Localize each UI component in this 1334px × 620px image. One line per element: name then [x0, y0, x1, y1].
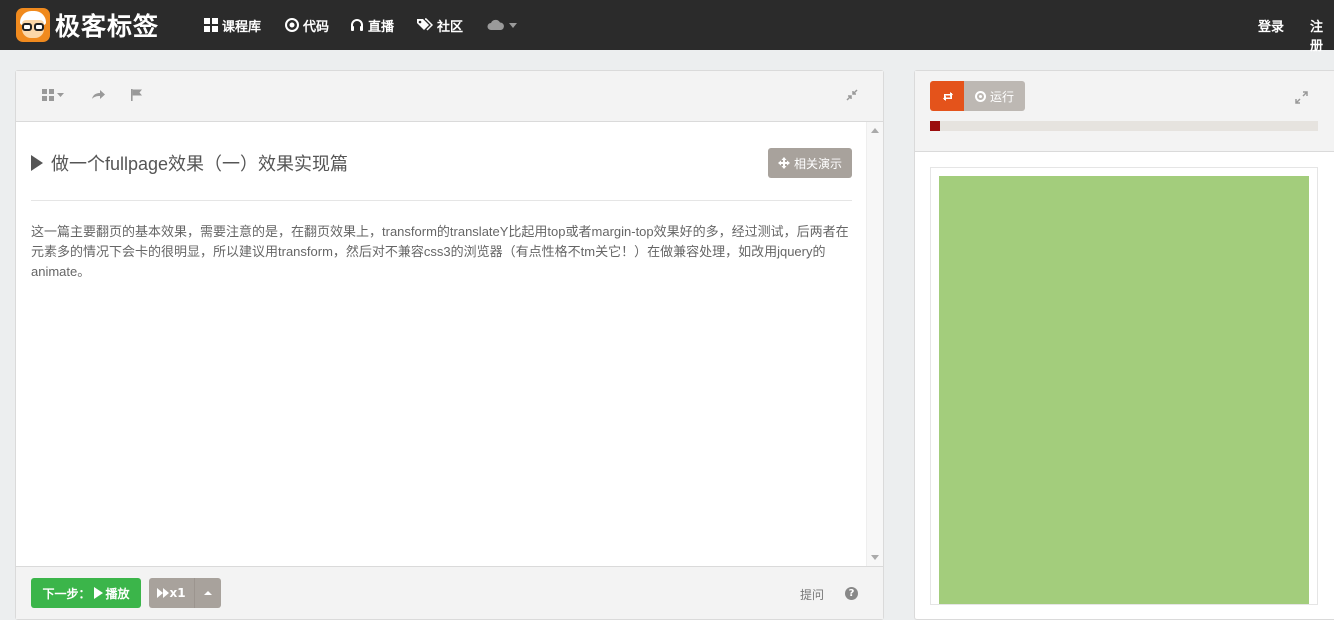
lesson-footer: 下一步： 播放 x1 提问 ?	[16, 566, 883, 619]
fast-forward-icon	[157, 588, 170, 598]
nav-item-live[interactable]: 直播	[350, 15, 394, 35]
progress-fill	[930, 121, 940, 131]
geek-avatar-icon	[16, 8, 50, 42]
help-icon[interactable]: ?	[845, 587, 858, 600]
headphones-icon	[351, 19, 363, 31]
tags-icon	[417, 18, 433, 31]
nav-item-label: 代码	[303, 19, 330, 35]
caret-down-icon	[509, 22, 517, 28]
nav-item-community[interactable]: 社区	[416, 15, 463, 35]
nav-item-courses[interactable]: 课程库	[204, 15, 261, 35]
cloud-menu[interactable]	[487, 15, 521, 35]
target-icon	[285, 18, 299, 32]
nav-item-label: 直播	[368, 19, 395, 35]
grid-icon	[204, 18, 218, 32]
preview-frame	[930, 167, 1318, 605]
run-button[interactable]: 运行	[964, 81, 1025, 111]
lesson-title: 做一个fullpage效果（一）效果实现篇	[31, 150, 348, 176]
refresh-button[interactable]	[930, 81, 965, 111]
related-demo-button[interactable]: 相关演示	[767, 148, 852, 178]
ask-question-link[interactable]: 提问	[800, 586, 824, 603]
next-step-label: 下一步：	[42, 586, 91, 601]
lesson-title-text: 做一个fullpage效果（一）效果实现篇	[51, 154, 349, 174]
next-step-play-button[interactable]: 下一步： 播放	[31, 578, 141, 608]
flag-icon[interactable]	[131, 89, 142, 101]
nav-item-label: 社区	[437, 19, 464, 35]
content-scrollbar[interactable]	[866, 122, 883, 566]
speed-control: x1	[149, 578, 221, 608]
lesson-toolbar	[16, 71, 883, 122]
nav-item-label: 课程库	[222, 19, 262, 35]
play-label: 播放	[105, 586, 130, 601]
content-divider	[31, 200, 852, 201]
speed-label: x1	[169, 586, 186, 600]
cloud-icon	[487, 19, 504, 30]
related-demo-label: 相关演示	[793, 156, 842, 171]
collapse-icon[interactable]	[846, 89, 858, 101]
share-icon[interactable]	[92, 89, 105, 100]
brand-logo[interactable]: 极客标签	[16, 6, 166, 44]
run-label: 运行	[989, 89, 1014, 104]
play-icon	[93, 587, 103, 599]
lesson-content: 做一个fullpage效果（一）效果实现篇 相关演示 这一篇主要翻页的基本效果，…	[31, 147, 852, 282]
expand-icon[interactable]	[1295, 89, 1308, 108]
retweet-icon	[942, 91, 953, 101]
progress-bar	[930, 121, 1318, 131]
lesson-panel: 做一个fullpage效果（一）效果实现篇 相关演示 这一篇主要翻页的基本效果，…	[15, 70, 884, 620]
speed-button[interactable]: x1	[149, 578, 195, 608]
play-triangle-icon	[31, 155, 43, 171]
move-arrows-icon	[777, 157, 790, 169]
preview-toolbar: 运行	[915, 71, 1334, 152]
grid-dropdown-icon[interactable]	[42, 89, 64, 101]
caret-up-icon	[204, 591, 212, 595]
lesson-description: 这一篇主要翻页的基本效果，需要注意的是，在翻页效果上，transform的tra…	[31, 224, 849, 279]
nav-item-code[interactable]: 代码	[285, 15, 329, 35]
top-navbar: 极客标签 课程库 代码 直播 社区 登录 注册	[0, 0, 1334, 54]
run-target-icon	[974, 90, 986, 102]
scroll-down-arrow-icon[interactable]	[871, 555, 879, 560]
speed-dropdown-toggle[interactable]	[195, 591, 221, 595]
preview-panel: 运行	[914, 70, 1334, 620]
register-link[interactable]: 注册	[1310, 16, 1334, 54]
login-link[interactable]: 登录	[1258, 16, 1284, 35]
preview-page-block	[939, 176, 1309, 604]
scroll-up-arrow-icon[interactable]	[871, 128, 879, 133]
brand-name: 极客标签	[55, 12, 160, 41]
